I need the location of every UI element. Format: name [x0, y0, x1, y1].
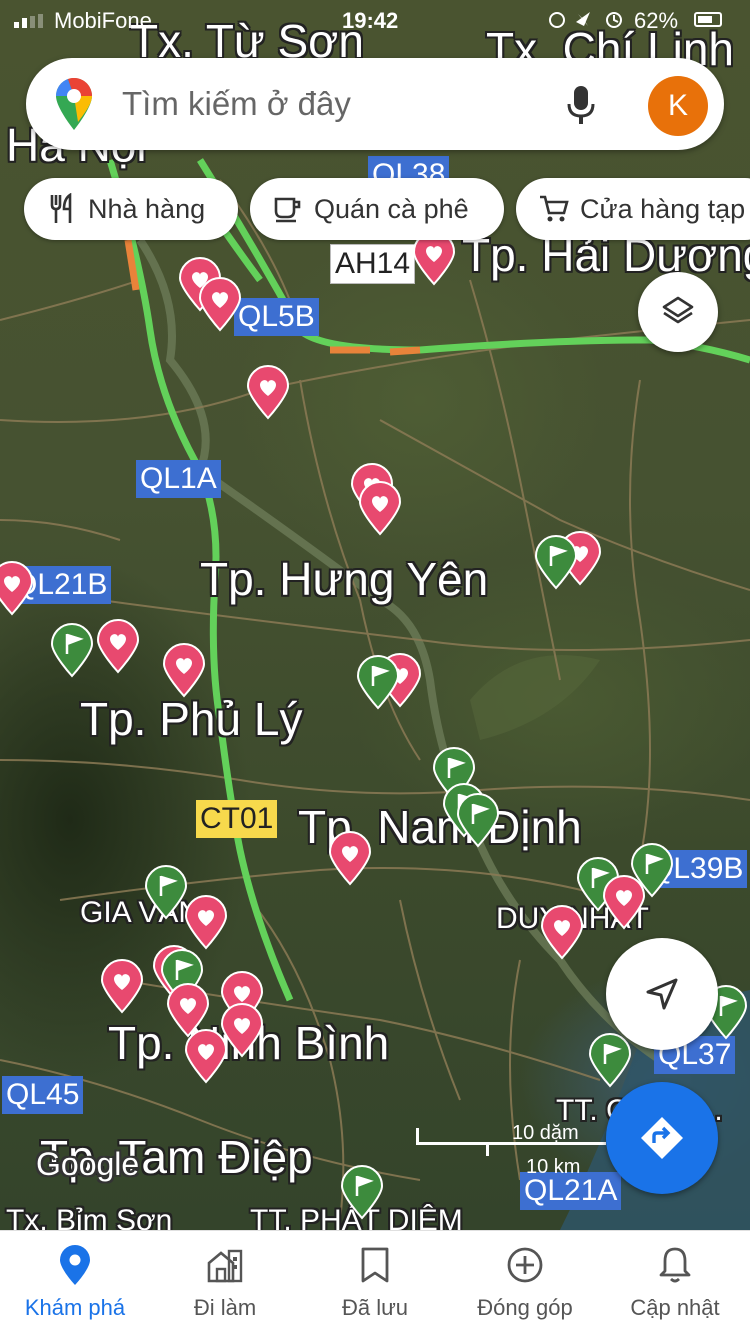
signal-icon: [14, 14, 43, 28]
saved-pin[interactable]: [221, 1003, 263, 1057]
restaurant-icon: [50, 193, 72, 223]
chip-grocery[interactable]: Cửa hàng tạp: [516, 178, 750, 240]
google-attribution: Google: [36, 1146, 140, 1182]
battery-percent: 62%: [634, 8, 679, 33]
cart-icon: [540, 195, 569, 222]
explore-pin-icon: [60, 1245, 90, 1285]
directions-button[interactable]: [606, 1082, 718, 1194]
flag-pin[interactable]: [534, 534, 578, 590]
coffee-icon: [274, 197, 301, 223]
nav-contribute[interactable]: Đóng góp: [450, 1231, 600, 1334]
map-layers-button[interactable]: [638, 272, 718, 352]
microphone-icon[interactable]: [564, 84, 598, 126]
saved-pin[interactable]: [541, 905, 583, 959]
layers-icon: [662, 296, 694, 324]
chip-label: Cửa hàng tạp: [580, 194, 746, 224]
bottom-navigation: Khám phá Đi làm Đã lưu Đóng góp Cập nhật: [0, 1230, 750, 1334]
flag-pin[interactable]: [356, 654, 400, 710]
flag-pin[interactable]: [588, 1032, 632, 1088]
saved-pin[interactable]: [199, 277, 241, 331]
saved-pin[interactable]: [603, 875, 645, 929]
carrier-name: MobiFone: [54, 8, 152, 33]
saved-pin[interactable]: [185, 895, 227, 949]
commute-icon: [207, 1249, 243, 1283]
navigation-arrow-icon: [646, 978, 678, 1010]
account-avatar[interactable]: K: [648, 76, 708, 136]
saved-pin[interactable]: [329, 831, 371, 885]
google-maps-logo-icon: [56, 78, 92, 130]
bell-icon: [659, 1247, 691, 1283]
nav-label: Đi làm: [193, 1295, 257, 1320]
nav-saved[interactable]: Đã lưu: [300, 1231, 450, 1334]
nav-commute[interactable]: Đi làm: [150, 1231, 300, 1334]
nav-label: Cập nhật: [630, 1295, 720, 1320]
flag-pin[interactable]: [340, 1164, 384, 1220]
nav-updates[interactable]: Cập nhật: [600, 1231, 750, 1334]
chip-restaurants[interactable]: Nhà hàng: [24, 178, 238, 240]
chip-cafes[interactable]: Quán cà phê: [250, 178, 504, 240]
status-bar: MobiFone 19:42 62%: [0, 0, 750, 40]
flag-pin[interactable]: [144, 864, 188, 920]
directions-icon: [641, 1117, 683, 1159]
status-time: 19:42: [342, 8, 399, 33]
search-bar[interactable]: K: [26, 58, 724, 150]
saved-pin[interactable]: [359, 481, 401, 535]
scale-miles: 10 dặm: [512, 1122, 579, 1144]
saved-pin[interactable]: [167, 983, 209, 1037]
scale-tick: [486, 1142, 489, 1156]
scale-km: 10 km: [526, 1156, 581, 1178]
nav-label: Đã lưu: [341, 1295, 409, 1320]
saved-pin[interactable]: [247, 365, 289, 419]
saved-pin[interactable]: [101, 959, 143, 1013]
saved-pin[interactable]: [97, 619, 139, 673]
flag-pin[interactable]: [50, 622, 94, 678]
add-circle-icon: [507, 1247, 543, 1283]
saved-pin[interactable]: [0, 561, 33, 615]
search-input[interactable]: [122, 80, 542, 128]
chip-label: Nhà hàng: [88, 194, 206, 224]
chip-label: Quán cà phê: [314, 194, 469, 224]
nav-label: Đóng góp: [477, 1295, 573, 1320]
nav-explore[interactable]: Khám phá: [0, 1231, 150, 1334]
status-icons: [549, 12, 622, 28]
saved-pin[interactable]: [185, 1029, 227, 1083]
my-location-button[interactable]: [606, 938, 718, 1050]
nav-label: Khám phá: [24, 1295, 126, 1320]
map-scale: 10 dặm 10 km: [416, 1122, 606, 1178]
bookmark-icon: [361, 1247, 389, 1283]
battery-icon: [694, 12, 722, 27]
flag-pin[interactable]: [456, 792, 500, 848]
saved-pin[interactable]: [163, 643, 205, 697]
